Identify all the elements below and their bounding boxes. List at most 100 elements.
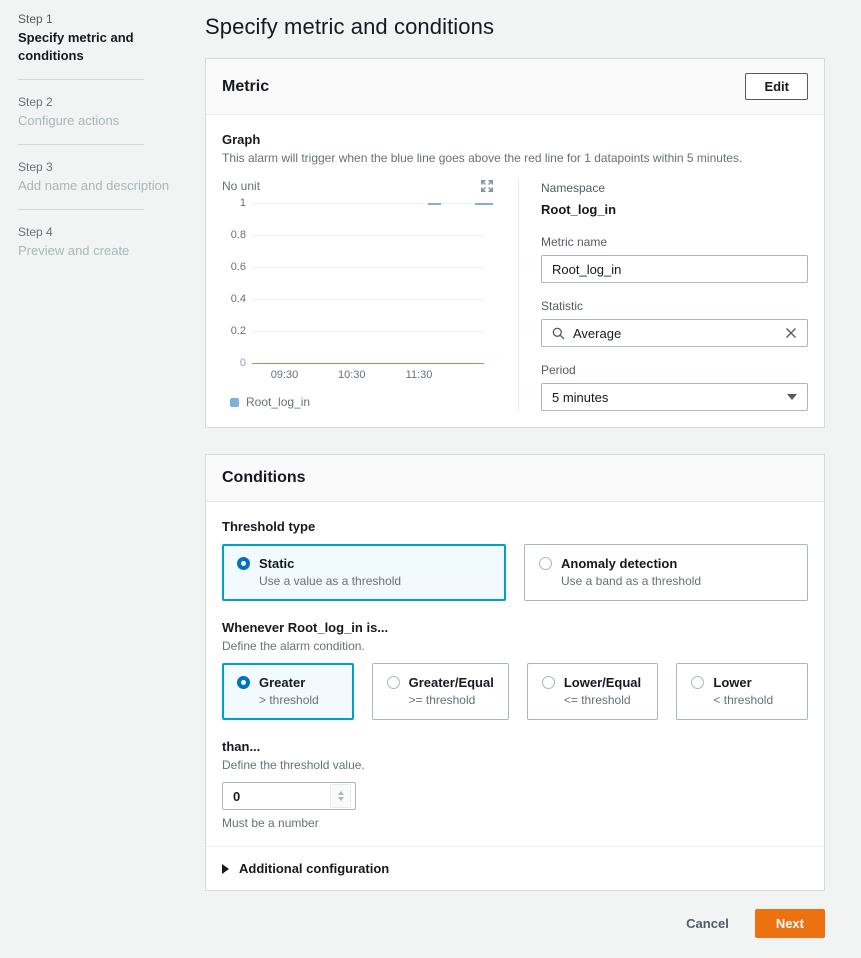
lower-title: Lower xyxy=(713,675,752,690)
data-segment xyxy=(428,203,442,205)
statistic-value: Average xyxy=(573,325,622,341)
conditions-panel-body: Threshold type Static Use a value as a t… xyxy=(206,502,824,846)
additional-configuration-toggle[interactable]: Additional configuration xyxy=(206,846,824,890)
step-1-title: Specify metric and conditions xyxy=(18,30,134,63)
greater-equal-subtitle: >= threshold xyxy=(408,693,476,707)
wizard-steps-sidebar: Step 1 Specify metric and conditions Ste… xyxy=(0,0,180,260)
x-tick-label: 10:30 xyxy=(337,369,366,381)
cancel-button[interactable]: Cancel xyxy=(682,910,733,937)
operator-options: Greater > threshold Greater/Equal >= thr… xyxy=(222,663,808,720)
radio-lower-equal-icon[interactable] xyxy=(541,676,555,689)
whenever-description: Define the alarm condition. xyxy=(222,639,365,653)
period-value: 5 minutes xyxy=(552,389,609,405)
greater-equal-tile-top: Greater/Equal xyxy=(386,675,494,690)
chevron-right-icon xyxy=(222,863,229,874)
gridline-0.8: 0.8 xyxy=(231,229,484,241)
conditions-panel: Conditions Threshold type Static Use a v… xyxy=(205,454,825,891)
additional-configuration-label: Additional configuration xyxy=(239,861,390,876)
metric-name-input[interactable]: Root_log_in xyxy=(541,255,808,283)
y-tick-label: 0.2 xyxy=(230,325,246,337)
static-tile-top: Static xyxy=(237,556,491,571)
metric-graph: No unit 1 0.8 0.6 0.4 0.2 0 09:30 10:30 … xyxy=(222,179,512,411)
period-select[interactable]: 5 minutes xyxy=(541,383,808,411)
close-icon[interactable] xyxy=(785,327,797,339)
operator-lower-equal[interactable]: Lower/Equal <= threshold xyxy=(526,663,659,720)
step-2-title: Configure actions xyxy=(18,113,120,128)
metric-panel-body: Graph This alarm will trigger when the b… xyxy=(206,115,824,427)
chart-canvas: 1 0.8 0.6 0.4 0.2 0 09:30 10:30 11:30 Ro… xyxy=(222,197,502,409)
metric-name-label: Metric name xyxy=(541,235,608,249)
graph-and-fields-row: No unit 1 0.8 0.6 0.4 0.2 0 09:30 10:30 … xyxy=(222,179,808,411)
threshold-type-label: Threshold type xyxy=(222,519,316,534)
operator-greater[interactable]: Greater > threshold xyxy=(222,663,354,720)
metric-name-value: Root_log_in xyxy=(552,261,622,277)
radio-greater-icon[interactable] xyxy=(237,676,250,689)
static-subtitle: Use a value as a threshold xyxy=(259,574,402,588)
namespace-label: Namespace xyxy=(541,181,606,195)
data-segment xyxy=(474,203,494,205)
greater-title: Greater xyxy=(259,675,306,690)
sidebar-step-3[interactable]: Step 3 Add name and description xyxy=(18,158,180,195)
operator-lower[interactable]: Lower < threshold xyxy=(676,663,808,720)
operator-greater-equal[interactable]: Greater/Equal >= threshold xyxy=(371,663,509,720)
stepper-up-icon[interactable] xyxy=(337,791,344,795)
metric-panel-title: Metric xyxy=(222,77,270,95)
step-3-title: Add name and description xyxy=(18,178,170,193)
wizard-footer: Cancel Next xyxy=(205,909,825,958)
sidebar-step-2[interactable]: Step 2 Configure actions xyxy=(18,93,180,130)
threshold-type-anomaly-detection[interactable]: Anomaly detection Use a band as a thresh… xyxy=(524,544,808,601)
anomaly-subtitle: Use a band as a threshold xyxy=(561,574,702,588)
greater-equal-title: Greater/Equal xyxy=(408,675,494,690)
chart-plot-area: 1 0.8 0.6 0.4 0.2 0 xyxy=(231,197,494,369)
graph-label: Graph xyxy=(222,132,261,147)
step-2-number: Step 2 xyxy=(18,95,53,109)
legend-label: Root_log_in xyxy=(246,395,311,409)
namespace-group: Namespace Root_log_in xyxy=(541,179,808,219)
whenever-block: Whenever Root_log_in is... Define the al… xyxy=(222,619,808,655)
conditions-panel-header: Conditions xyxy=(206,455,824,502)
edit-button[interactable]: Edit xyxy=(745,73,808,100)
gridline-1: 1 xyxy=(240,197,484,209)
sidebar-step-1[interactable]: Step 1 Specify metric and conditions xyxy=(18,10,180,65)
alarm-wizard-page: Step 1 Specify metric and conditions Ste… xyxy=(0,0,861,938)
statistic-input[interactable]: Average xyxy=(541,319,808,347)
threshold-hint: Must be a number xyxy=(222,816,319,830)
y-tick-label: 0.4 xyxy=(230,293,246,305)
period-label: Period xyxy=(541,363,576,377)
period-group: Period 5 minutes xyxy=(541,361,808,411)
metric-panel: Metric Edit Graph This alarm will trigge… xyxy=(205,58,825,428)
radio-anomaly-icon[interactable] xyxy=(539,557,552,570)
threshold-value-input[interactable]: 0 xyxy=(222,782,356,810)
sidebar-step-4[interactable]: Step 4 Preview and create xyxy=(18,223,180,260)
anomaly-title: Anomaly detection xyxy=(561,556,678,571)
y-tick-label: 0 xyxy=(239,357,246,369)
radio-lower-icon[interactable] xyxy=(691,676,705,689)
quantity-stepper[interactable] xyxy=(330,784,351,808)
lower-equal-subtitle: <= threshold xyxy=(563,693,631,707)
conditions-panel-title: Conditions xyxy=(222,469,306,486)
lower-subtitle: < threshold xyxy=(713,693,774,707)
metric-name-group: Metric name Root_log_in xyxy=(541,233,808,283)
search-icon xyxy=(552,327,565,340)
expand-icon[interactable] xyxy=(480,179,494,193)
greater-subtitle: > threshold xyxy=(259,693,319,707)
y-tick-label: 0.6 xyxy=(230,261,246,273)
radio-static-icon[interactable] xyxy=(237,557,250,570)
chart-legend: Root_log_in xyxy=(230,395,310,409)
lower-equal-tile-top: Lower/Equal xyxy=(541,675,644,690)
chart-x-axis: 09:30 10:30 11:30 xyxy=(252,369,484,385)
next-button[interactable]: Next xyxy=(754,909,825,938)
step-divider-3 xyxy=(18,209,144,210)
step-4-number: Step 4 xyxy=(18,225,53,239)
threshold-type-static[interactable]: Static Use a value as a threshold xyxy=(222,544,506,601)
x-tick-label: 11:30 xyxy=(405,369,433,381)
anomaly-tile-top: Anomaly detection xyxy=(539,556,793,571)
stepper-down-icon[interactable] xyxy=(337,797,344,801)
y-tick-label: 0.8 xyxy=(230,229,246,241)
than-block: than... Define the threshold value. 0 Mu… xyxy=(222,738,808,830)
radio-greater-equal-icon[interactable] xyxy=(386,676,400,689)
than-label: than... xyxy=(222,739,261,754)
legend-swatch-icon xyxy=(230,397,239,407)
step-divider-2 xyxy=(18,144,144,145)
step-divider-1 xyxy=(18,79,144,80)
